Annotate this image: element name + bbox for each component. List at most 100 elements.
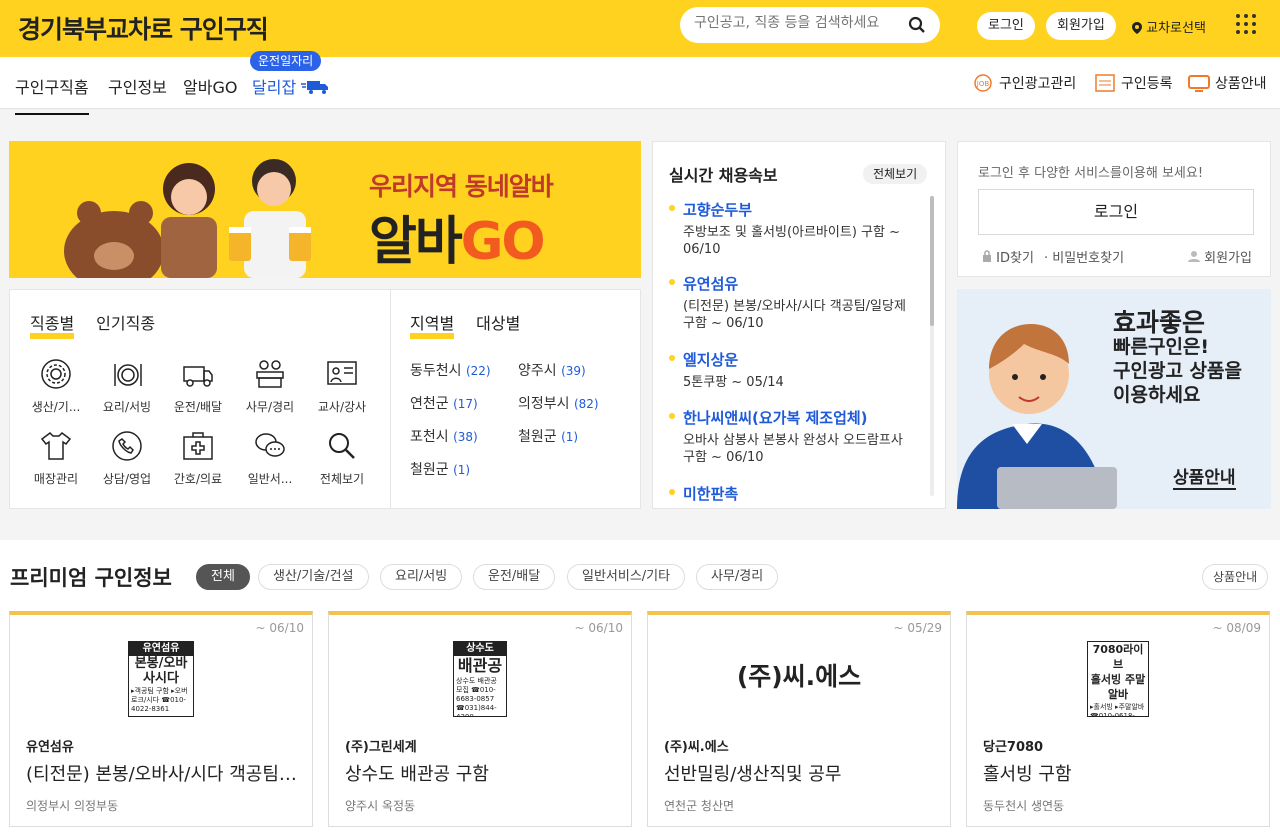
banner-headline: 우리지역 동네알바 xyxy=(369,172,554,201)
category-medical[interactable]: 간호/의료 xyxy=(168,430,228,487)
product-promo-banner[interactable]: 효과좋은 빠른구인은! 구인광고 상품을 이용하세요 상품안내 xyxy=(957,289,1271,509)
premium-chip-all[interactable]: 전체 xyxy=(196,564,250,590)
search-icon[interactable] xyxy=(908,16,926,34)
news-title: 실시간 채용속보 xyxy=(669,166,778,185)
card-company: (주)씨.에스 xyxy=(664,740,729,755)
promo-line4: 이용하세요 xyxy=(1113,384,1201,406)
news-item[interactable]: 엘지상운 5톤쿠팡 ~ 05/14 xyxy=(669,349,909,391)
premium-chip-cooking[interactable]: 요리/서빙 xyxy=(380,564,463,590)
category-teacher[interactable]: 교사/강사 xyxy=(312,358,372,415)
category-office[interactable]: 사무/경리 xyxy=(240,358,300,415)
truck-icon xyxy=(183,366,213,387)
region-cheorwon-2[interactable]: 철원군 (1) xyxy=(410,459,470,479)
region-yangju[interactable]: 양주시 (39) xyxy=(518,360,586,380)
category-service[interactable]: 일반서... xyxy=(240,430,300,487)
login-panel: 로그인 후 다양한 서비스를이용해 보세요! 로그인 ID찾기 · 비밀번호찾기… xyxy=(957,141,1271,277)
realtime-news: 실시간 채용속보 전체보기 고향순두부 주방보조 및 홀서빙(아르바이트) 구함 … xyxy=(652,141,946,509)
category-view-all[interactable]: 전체보기 xyxy=(312,430,372,487)
premium-chip-service[interactable]: 일반서비스/기타 xyxy=(567,564,686,590)
card-job-title: 상수도 배관공 구함 xyxy=(345,764,489,785)
region-cheorwon[interactable]: 철원군 (1) xyxy=(518,426,578,446)
promo-line2: 빠른구인은! xyxy=(1113,336,1210,358)
job-ad-icon: JOB xyxy=(974,74,992,92)
news-item[interactable]: 한나씨앤씨(요가복 제조업체) 오바사 삼봉사 본봉사 완성사 오드람프사 구함 … xyxy=(669,407,909,466)
promo-line1: 효과좋은 xyxy=(1113,308,1206,337)
banner-title-a: 알바 xyxy=(369,212,463,272)
logo-suffix: 구인구직 xyxy=(179,15,269,44)
premium-chip-driving[interactable]: 운전/배달 xyxy=(473,564,556,590)
login-panel-button[interactable]: 로그인 xyxy=(978,189,1254,235)
region-dongducheon[interactable]: 동두천시 (22) xyxy=(410,360,491,380)
location-select[interactable]: 교차로선택 xyxy=(1132,17,1206,36)
premium-card[interactable]: ~ 08/09 7080라이브 홀서빙 주말알바 ▸홀서빙 ▸주말알바 ☎010… xyxy=(966,611,1270,827)
category-sales[interactable]: 상담/영업 xyxy=(97,430,157,487)
news-view-all-button[interactable]: 전체보기 xyxy=(863,164,928,184)
nav-dallijob[interactable]: 달리잡 xyxy=(252,74,329,98)
find-password-link[interactable]: · 비밀번호찾기 xyxy=(1044,247,1124,266)
premium-product-info-button[interactable]: 상품안내 xyxy=(1202,564,1269,590)
card-date: ~ 06/10 xyxy=(574,621,623,635)
category-driving[interactable]: 운전/배달 xyxy=(168,358,228,415)
site-logo[interactable]: 경기북부교차로 구인구직 xyxy=(18,10,269,46)
nav-job-register[interactable]: 구인등록 xyxy=(1094,73,1173,93)
login-button[interactable]: 로그인 xyxy=(977,12,1035,40)
nav-albago[interactable]: 알바GO xyxy=(183,74,237,98)
main-nav: 구인구직홈 구인정보 알바GO 달리잡 JOB 구인광고관리 구인등록 상품안내 xyxy=(0,57,1280,115)
nav-home[interactable]: 구인구직홈 xyxy=(15,74,89,115)
region-yeoncheon[interactable]: 연천군 (17) xyxy=(410,393,478,413)
tab-by-region[interactable]: 지역별 xyxy=(410,314,455,339)
search-box xyxy=(680,7,940,43)
signup-button[interactable]: 회원가입 xyxy=(1046,12,1116,40)
category-production[interactable]: 생산/기... xyxy=(26,358,86,415)
top-bar: 경기북부교차로 구인구직 로그인 회원가입 교차로선택 xyxy=(0,0,1280,57)
dining-icon xyxy=(114,364,142,386)
login-hint: 로그인 후 다양한 서비스를이용해 보세요! xyxy=(978,166,1204,181)
news-item[interactable]: 유연섬유 (티전문) 본봉/오바사/시다 객공팀/일당제 구함 ~ 06/10 xyxy=(669,273,909,332)
join-link[interactable]: 회원가입 xyxy=(1188,247,1252,266)
card-company-logo: (주)씨.에스 xyxy=(736,662,862,691)
category-store[interactable]: 매장관리 xyxy=(26,430,86,487)
phone-icon xyxy=(112,431,142,461)
find-password-label: 비밀번호찾기 xyxy=(1052,251,1125,266)
news-item[interactable]: 미한판촉 xyxy=(669,483,909,504)
card-ad-image: 7080라이브 홀서빙 주말알바 ▸홀서빙 ▸주말알바 ☎010-0618-13… xyxy=(1087,641,1149,717)
apps-grid-icon[interactable] xyxy=(1236,14,1256,34)
card-date: ~ 06/10 xyxy=(255,621,304,635)
logo-prefix: 경기북부 xyxy=(18,15,107,44)
nav-product-info[interactable]: 상품안내 xyxy=(1188,73,1267,93)
join-label: 회원가입 xyxy=(1204,251,1252,266)
region-uijeongbu[interactable]: 의정부시 (82) xyxy=(518,393,599,413)
category-label: 요리/서빙 xyxy=(102,400,152,414)
monitor-icon xyxy=(1188,75,1210,92)
panel-divider xyxy=(390,290,391,508)
premium-chip-production[interactable]: 생산/기술/건설 xyxy=(258,564,369,590)
region-pocheon[interactable]: 포천시 (38) xyxy=(410,426,478,446)
news-item[interactable]: 고향순두부 주방보조 및 홀서빙(아르바이트) 구함 ~ 06/10 xyxy=(669,199,909,258)
nav-ad-manage-label: 구인광고관리 xyxy=(999,76,1077,92)
card-date: ~ 05/29 xyxy=(893,621,942,635)
tab-popular[interactable]: 인기직종 xyxy=(96,314,155,333)
find-id-link[interactable]: ID찾기 xyxy=(982,247,1034,266)
premium-card[interactable]: ~ 05/29 (주)씨.에스 (주)씨.에스 선반밀링/생산직및 공무 연천군… xyxy=(647,611,951,827)
nav-ad-manage[interactable]: JOB 구인광고관리 xyxy=(972,73,1076,93)
driver-jobs-badge: 운전일자리 xyxy=(250,51,322,71)
promo-product-link[interactable]: 상품안내 xyxy=(1173,463,1236,490)
nav-job-info[interactable]: 구인정보 xyxy=(108,74,167,98)
category-label: 생산/기... xyxy=(31,400,81,414)
premium-card[interactable]: ~ 06/10 상수도 배관공 상수도 배관공 모집 ☎010-6683-085… xyxy=(328,611,632,827)
category-cooking[interactable]: 요리/서빙 xyxy=(97,358,157,415)
register-icon xyxy=(1095,74,1115,92)
gear-icon xyxy=(41,359,71,389)
medical-icon xyxy=(183,432,213,460)
news-scrollbar[interactable] xyxy=(930,196,934,326)
search-input[interactable] xyxy=(694,15,904,31)
category-label: 매장관리 xyxy=(33,472,79,486)
premium-chip-office[interactable]: 사무/경리 xyxy=(696,564,779,590)
truck-icon xyxy=(301,81,329,94)
tab-by-target[interactable]: 대상별 xyxy=(476,314,520,333)
premium-card[interactable]: ~ 06/10 유연섬유 본봉/오바사시다 ▸객공팀 구함 ▸오버로크/시다 ☎… xyxy=(9,611,313,827)
albago-banner[interactable]: 우리지역 동네알바 알바GO xyxy=(9,141,641,278)
card-location: 동두천시 생연동 xyxy=(983,799,1065,813)
card-location: 연천군 청산면 xyxy=(664,799,735,813)
tab-job-type[interactable]: 직종별 xyxy=(30,314,75,339)
